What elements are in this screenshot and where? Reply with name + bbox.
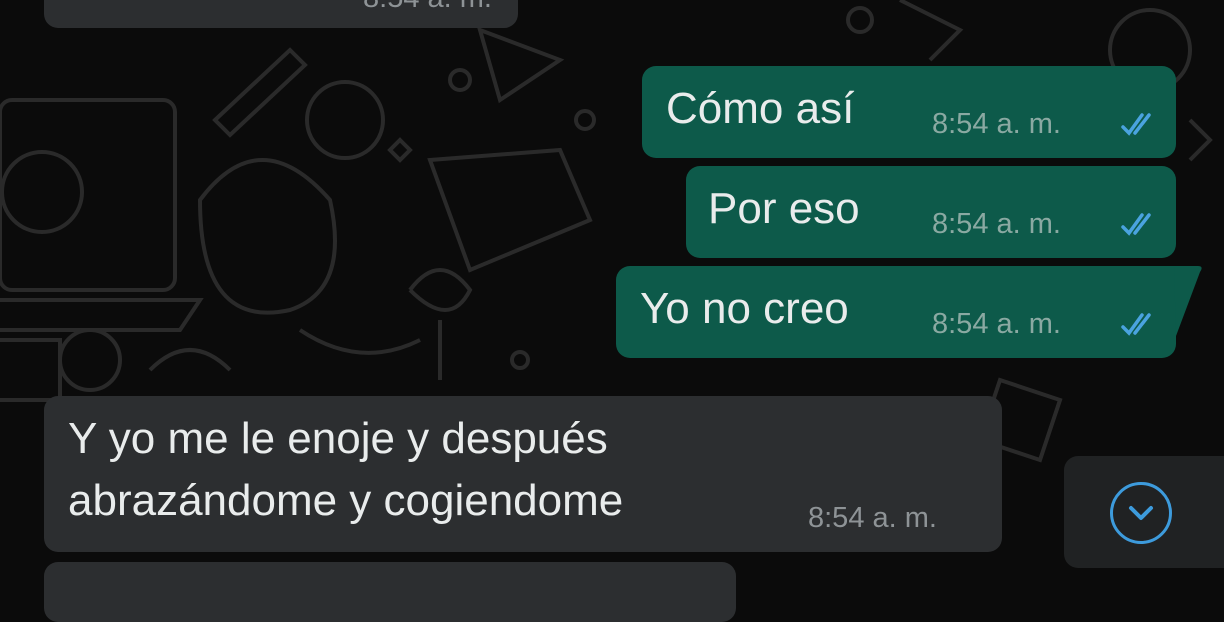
scroll-to-bottom-button[interactable] bbox=[1064, 456, 1224, 568]
outgoing-message-bubble[interactable]: Cómo así 8:54 a. m. bbox=[642, 66, 1176, 158]
message-text: Cómo así bbox=[666, 84, 855, 133]
message-timestamp: 8:54 a. m. bbox=[932, 108, 1061, 140]
bubble-tail bbox=[1174, 266, 1202, 336]
read-receipt-icon bbox=[1121, 113, 1151, 136]
message-text-line: abrazándome y cogiendome bbox=[68, 476, 624, 525]
message-timestamp: 8:54 a. m. bbox=[932, 208, 1061, 240]
message-text: Yo no creo bbox=[640, 284, 849, 333]
incoming-message-bubble-partial[interactable] bbox=[44, 562, 736, 622]
message-timestamp: 8:54 a. m. bbox=[808, 502, 937, 534]
incoming-message-bubble[interactable]: Y yo me le enoje y después abrazándome y… bbox=[44, 396, 1002, 552]
read-receipt-icon bbox=[1121, 313, 1151, 336]
message-text-line: Y yo me le enoje y después bbox=[68, 414, 608, 463]
read-receipt-icon bbox=[1121, 213, 1151, 236]
incoming-message-bubble-partial[interactable]: 8:54 a. m. bbox=[44, 0, 518, 28]
message-timestamp: 8:54 a. m. bbox=[363, 0, 492, 15]
message-text: Por eso bbox=[708, 184, 860, 233]
outgoing-message-bubble[interactable]: Por eso 8:54 a. m. bbox=[686, 166, 1176, 258]
message-timestamp: 8:54 a. m. bbox=[932, 308, 1061, 340]
outgoing-message-bubble[interactable]: Yo no creo 8:54 a. m. bbox=[616, 266, 1176, 358]
chevron-down-icon bbox=[1110, 482, 1172, 544]
